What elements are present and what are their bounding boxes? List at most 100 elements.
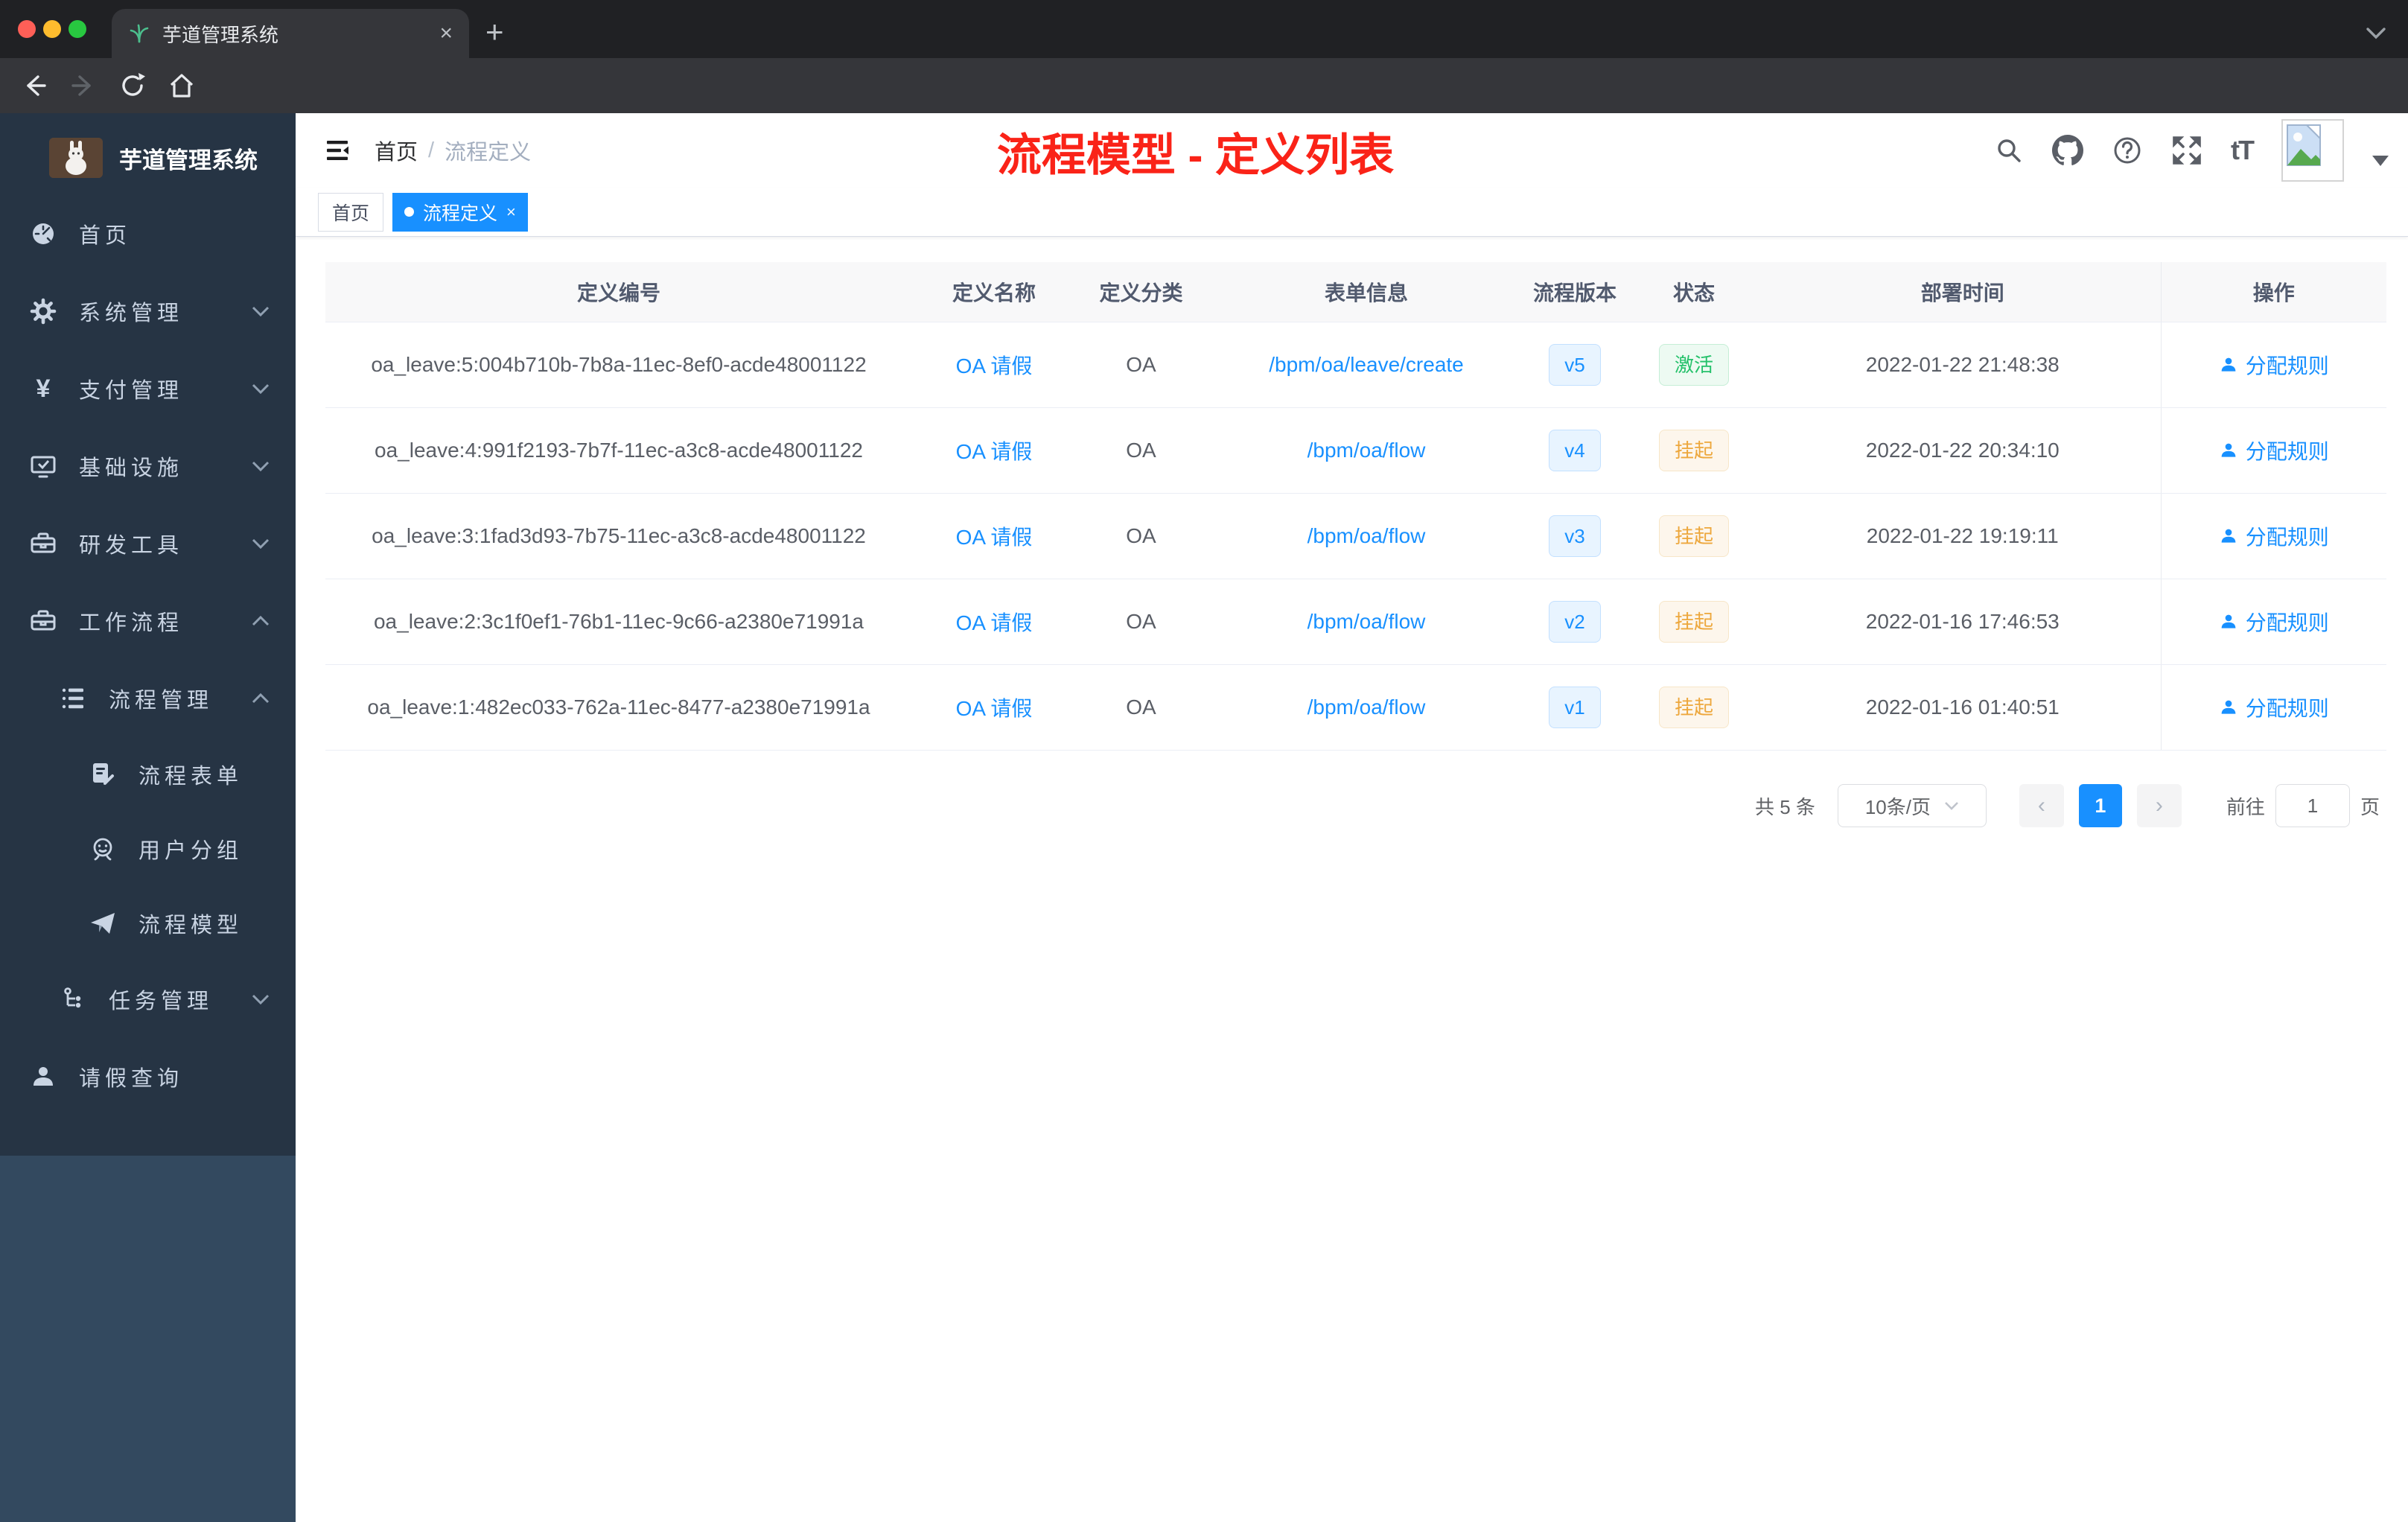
page-unit-label: 页 <box>2360 795 2380 818</box>
pagination: 共 5 条 10条/页 ‹ 1 › 前往 页 <box>1755 783 2380 828</box>
fullscreen-icon[interactable] <box>2171 135 2202 166</box>
current-page-button[interactable]: 1 <box>2078 784 2122 827</box>
breadcrumb: 首页 / 流程定义 <box>375 113 531 188</box>
monitor-check-icon <box>28 452 58 480</box>
header-status: 状态 <box>1623 262 1765 322</box>
reload-icon[interactable] <box>118 71 147 101</box>
browser-tab[interactable]: 芋道管理系统 × <box>112 9 469 58</box>
definition-name-link[interactable]: OA 请假 <box>956 611 1033 634</box>
tab-title: 芋道管理系统 <box>162 23 279 46</box>
definition-category: OA <box>1076 407 1206 494</box>
tab-favicon-icon <box>128 22 150 45</box>
form-info-link[interactable]: /bpm/oa/leave/create <box>1269 353 1464 376</box>
sidebar-item-system[interactable]: 系统管理 <box>0 273 296 350</box>
page-size-select[interactable]: 10条/页 <box>1837 784 1987 827</box>
back-icon[interactable] <box>19 71 49 101</box>
forward-icon[interactable] <box>69 71 98 101</box>
definition-name-link[interactable]: OA 请假 <box>956 354 1033 378</box>
avatar[interactable] <box>2281 119 2344 182</box>
sidebar-item-process-management[interactable]: 流程管理 <box>0 660 296 737</box>
sidebar-item-process-form[interactable]: 流程表单 <box>0 737 296 812</box>
header-deploy-time: 部署时间 <box>1765 262 2161 322</box>
assign-rule-button[interactable]: 分配规则 <box>2219 521 2329 551</box>
font-size-icon[interactable]: tT <box>2231 135 2255 166</box>
definition-id: oa_leave:3:1fad3d93-7b75-11ec-a3c8-acde4… <box>325 493 912 579</box>
assign-rule-button[interactable]: 分配规则 <box>2219 350 2329 380</box>
tag-active[interactable]: 流程定义 × <box>392 192 528 232</box>
deploy-time: 2022-01-16 01:40:51 <box>1765 664 2161 751</box>
sidebar-item-leave-query[interactable]: 请假查询 <box>0 1038 296 1115</box>
chevron-down-icon <box>251 305 270 317</box>
sidebar-item-payment[interactable]: ¥ 支付管理 <box>0 350 296 427</box>
goto-label: 前往 <box>2226 795 2265 818</box>
navbar: 首页 / 流程定义 流程模型 - 定义列表 tT <box>296 113 2408 188</box>
main-area: 首页 / 流程定义 流程模型 - 定义列表 tT 首页 流程定义 × 定义编号 … <box>296 113 2408 1522</box>
person-icon <box>28 1063 58 1090</box>
deploy-time: 2022-01-22 19:19:11 <box>1765 493 2161 579</box>
yen-icon: ¥ <box>36 374 51 403</box>
tag-active-label: 流程定义 <box>423 203 498 224</box>
search-icon[interactable] <box>1994 136 2024 165</box>
sidebar-item-user-group[interactable]: 用户分组 <box>0 812 296 886</box>
definition-name-link[interactable]: OA 请假 <box>956 526 1033 549</box>
window-controls[interactable] <box>18 20 86 38</box>
version-badge: v5 <box>1549 343 1601 386</box>
gear-icon <box>28 297 58 325</box>
definition-name-link[interactable]: OA 请假 <box>956 440 1033 463</box>
chevron-down-icon <box>251 538 270 550</box>
chevron-up-icon <box>251 692 270 704</box>
assign-rule-button[interactable]: 分配规则 <box>2219 436 2329 465</box>
form-info-link[interactable]: /bpm/oa/flow <box>1307 695 1426 719</box>
table-row: oa_leave:4:991f2193-7b7f-11ec-a3c8-acde4… <box>325 407 2386 494</box>
robot-face-icon <box>88 835 118 862</box>
goto-page-input[interactable] <box>2275 784 2350 827</box>
app-title: 芋道管理系统 <box>119 147 258 173</box>
version-badge: v1 <box>1549 686 1601 728</box>
header-form-info: 表单信息 <box>1206 262 1526 322</box>
breadcrumb-separator: / <box>428 138 435 162</box>
tab-search-caret-icon[interactable] <box>2363 25 2389 42</box>
form-info-link[interactable]: /bpm/oa/flow <box>1307 439 1426 462</box>
sidebar-item-infrastructure[interactable]: 基础设施 <box>0 427 296 505</box>
avatar-caret-icon[interactable] <box>2372 156 2389 166</box>
minimize-window-button[interactable] <box>43 20 61 38</box>
assign-rule-button[interactable]: 分配规则 <box>2219 692 2329 722</box>
table-header-row: 定义编号 定义名称 定义分类 表单信息 流程版本 状态 部署时间 操作 <box>325 262 2386 322</box>
prev-page-button[interactable]: ‹ <box>2019 784 2064 827</box>
sidebar-item-devtools[interactable]: 研发工具 <box>0 505 296 582</box>
chevron-down-icon <box>251 460 270 472</box>
tag-home[interactable]: 首页 <box>318 192 384 232</box>
sidebar-toggle-icon[interactable] <box>322 136 352 165</box>
form-info-link[interactable]: /bpm/oa/flow <box>1307 524 1426 547</box>
github-icon[interactable] <box>2052 135 2084 166</box>
status-badge: 挂起 <box>1658 686 1729 728</box>
sidebar-item-process-model[interactable]: 流程模型 <box>0 886 296 961</box>
sidebar-item-home[interactable]: 首页 <box>0 195 296 273</box>
dashboard-icon <box>28 220 58 248</box>
header-definition-name: 定义名称 <box>912 262 1076 322</box>
logo-image <box>49 138 103 178</box>
definition-name-link[interactable]: OA 请假 <box>956 697 1033 720</box>
definition-id: oa_leave:4:991f2193-7b7f-11ec-a3c8-acde4… <box>325 407 912 494</box>
help-icon[interactable] <box>2112 135 2143 166</box>
browser-toolbar: 不安全 | dashboard.yudao.iocoder.cn /bpm/ma… <box>0 58 2408 167</box>
chevron-down-icon <box>251 993 270 1005</box>
pagination-total: 共 5 条 <box>1755 795 1815 818</box>
home-icon[interactable] <box>167 71 197 101</box>
tab-close-icon[interactable]: × <box>439 21 453 46</box>
chevron-down-icon <box>251 383 270 395</box>
next-page-button[interactable]: › <box>2136 784 2182 827</box>
toolbox-icon <box>28 607 58 635</box>
sidebar-item-task-management[interactable]: 任务管理 <box>0 961 296 1038</box>
assign-rule-button[interactable]: 分配规则 <box>2219 607 2329 637</box>
new-tab-button[interactable]: + <box>485 16 504 48</box>
maximize-window-button[interactable] <box>69 20 86 38</box>
breadcrumb-home[interactable]: 首页 <box>375 135 418 166</box>
sidebar-logo-row[interactable]: 芋道管理系统 <box>0 121 296 195</box>
tag-close-icon[interactable]: × <box>506 203 516 222</box>
sidebar-item-workflow[interactable]: 工作流程 <box>0 582 296 660</box>
form-info-link[interactable]: /bpm/oa/flow <box>1307 610 1426 633</box>
definition-category: OA <box>1076 322 1206 408</box>
close-window-button[interactable] <box>18 20 36 38</box>
header-process-version: 流程版本 <box>1526 262 1623 322</box>
